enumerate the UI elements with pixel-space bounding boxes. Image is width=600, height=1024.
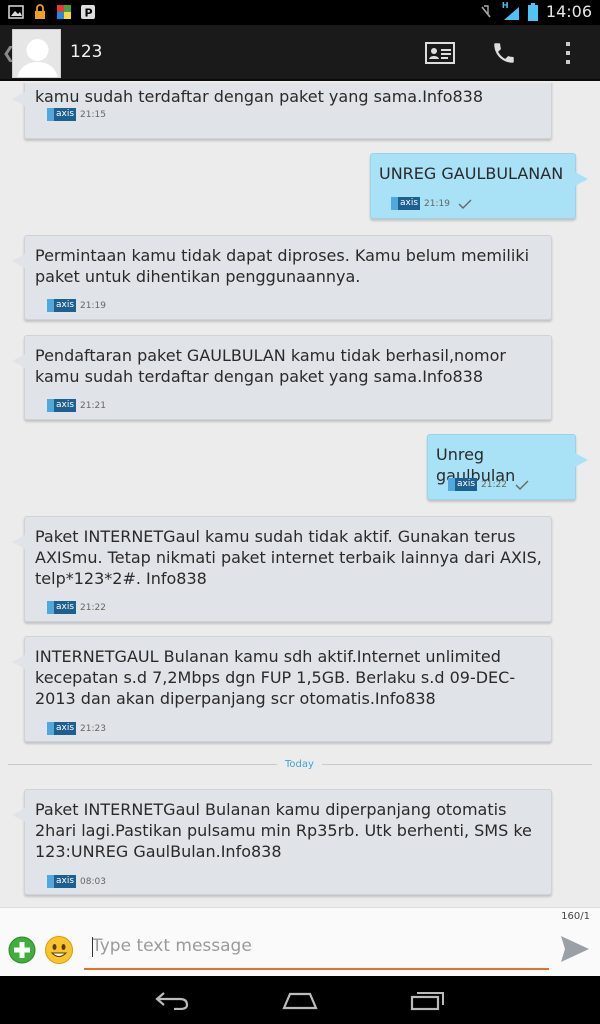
action-bar: ❮ 123 [0, 25, 600, 81]
sim-badge: axis [47, 399, 76, 412]
message-time: 21:22 [481, 479, 507, 490]
home-button[interactable] [280, 986, 320, 1014]
message-meta: axis 21:22 [448, 478, 529, 491]
call-button[interactable] [484, 33, 524, 73]
overflow-menu-button[interactable] [548, 33, 588, 73]
message-text: kamu sudah terdaftar dengan paket yang s… [35, 87, 484, 106]
recent-apps-button[interactable] [408, 986, 448, 1014]
text-cursor [92, 937, 93, 957]
message-time: 21:23 [80, 723, 106, 734]
message-input[interactable] [84, 926, 549, 966]
message-meta: axis 21:19 [391, 197, 472, 210]
message-bubble-outgoing[interactable]: Unreg gaulbulan axis 21:22 [427, 434, 588, 500]
navigation-bar [0, 976, 600, 1024]
delivered-check-icon [458, 199, 472, 209]
character-counter: 160/1 [561, 911, 590, 922]
sim-badge: axis [47, 875, 76, 888]
contact-avatar[interactable] [12, 29, 61, 78]
battery-icon [527, 2, 538, 21]
date-divider-label: Today [277, 759, 322, 770]
message-bubble-incoming[interactable]: kamu sudah terdaftar dengan paket yang s… [12, 83, 552, 139]
phone-icon [494, 43, 514, 63]
svg-text:P: P [85, 7, 93, 20]
message-time: 21:19 [80, 300, 106, 311]
message-bubble-incoming[interactable]: Paket INTERNETGaul Bulanan kamu diperpan… [12, 789, 552, 895]
mute-icon [481, 4, 491, 17]
message-bubble-incoming[interactable]: Permintaan kamu tidak dapat diproses. Ka… [12, 235, 552, 320]
back-arrow-icon [155, 992, 189, 1010]
network-type: H [501, 0, 509, 10]
message-input-wrapper [84, 926, 549, 970]
sim-badge: axis [448, 478, 477, 491]
delivered-check-icon [515, 480, 529, 490]
message-time: 08:03 [80, 876, 106, 887]
message-meta: axis 21:23 [47, 722, 106, 735]
p-app-icon: P [81, 5, 95, 20]
message-time: 21:21 [80, 400, 106, 411]
system-indicators: H 14:06 [478, 0, 592, 21]
recent-apps-icon [410, 992, 444, 1011]
message-meta: axis 21:21 [47, 399, 106, 412]
more-vert-icon [566, 42, 570, 64]
message-text: INTERNETGAUL Bulanan kamu sdh aktif.Inte… [35, 647, 516, 708]
message-meta: axis 21:19 [47, 299, 106, 312]
sim-badge: axis [47, 299, 76, 312]
sim-badge: axis [47, 108, 76, 121]
contact-card-icon [425, 42, 455, 64]
clock: 14:06 [545, 2, 592, 21]
back-button[interactable] [152, 986, 192, 1014]
message-bubble-outgoing[interactable]: UNREG GAULBULANAN axis 21:19 [370, 153, 588, 219]
message-bubble-incoming[interactable]: INTERNETGAUL Bulanan kamu sdh aktif.Inte… [12, 636, 552, 742]
message-text: UNREG GAULBULANAN [379, 164, 564, 183]
message-time: 21:19 [424, 198, 450, 209]
message-text: Paket INTERNETGaul Bulanan kamu diperpan… [35, 800, 532, 861]
emoji-icon[interactable] [44, 935, 74, 965]
gallery-icon [8, 5, 24, 19]
sim-badge: axis [47, 601, 76, 614]
contact-name: 123 [70, 42, 103, 62]
message-meta: axis 21:15 [47, 108, 106, 121]
sim-badge: axis [47, 722, 76, 735]
message-list[interactable]: kamu sudah terdaftar dengan paket yang s… [0, 83, 600, 907]
message-time: 21:15 [80, 109, 106, 120]
home-icon [282, 992, 318, 1010]
contact-card-button[interactable] [420, 33, 460, 73]
message-text: Paket INTERNETGaul kamu sudah tidak akti… [35, 527, 542, 588]
sim-badge: axis [391, 197, 420, 210]
signal-icon: H [501, 0, 520, 21]
message-bubble-incoming[interactable]: Paket INTERNETGaul kamu sudah tidak akti… [12, 516, 552, 622]
message-bubble-incoming[interactable]: Pendaftaran paket GAULBULAN kamu tidak b… [12, 335, 552, 420]
message-meta: axis 21:22 [47, 601, 106, 614]
message-time: 21:22 [80, 602, 106, 613]
message-text: Pendaftaran paket GAULBULAN kamu tidak b… [35, 346, 506, 386]
lock-icon [35, 4, 45, 19]
app-icon [57, 5, 71, 19]
message-text: Permintaan kamu tidak dapat diproses. Ka… [35, 246, 530, 286]
message-meta: axis 08:03 [47, 875, 106, 888]
send-icon[interactable] [558, 932, 592, 966]
person-icon [17, 39, 58, 77]
notification-icons: P [8, 4, 96, 20]
compose-bar: 160/1 [0, 907, 600, 976]
status-bar: P H 14:06 [0, 0, 600, 25]
add-attachment-icon[interactable] [8, 936, 36, 964]
